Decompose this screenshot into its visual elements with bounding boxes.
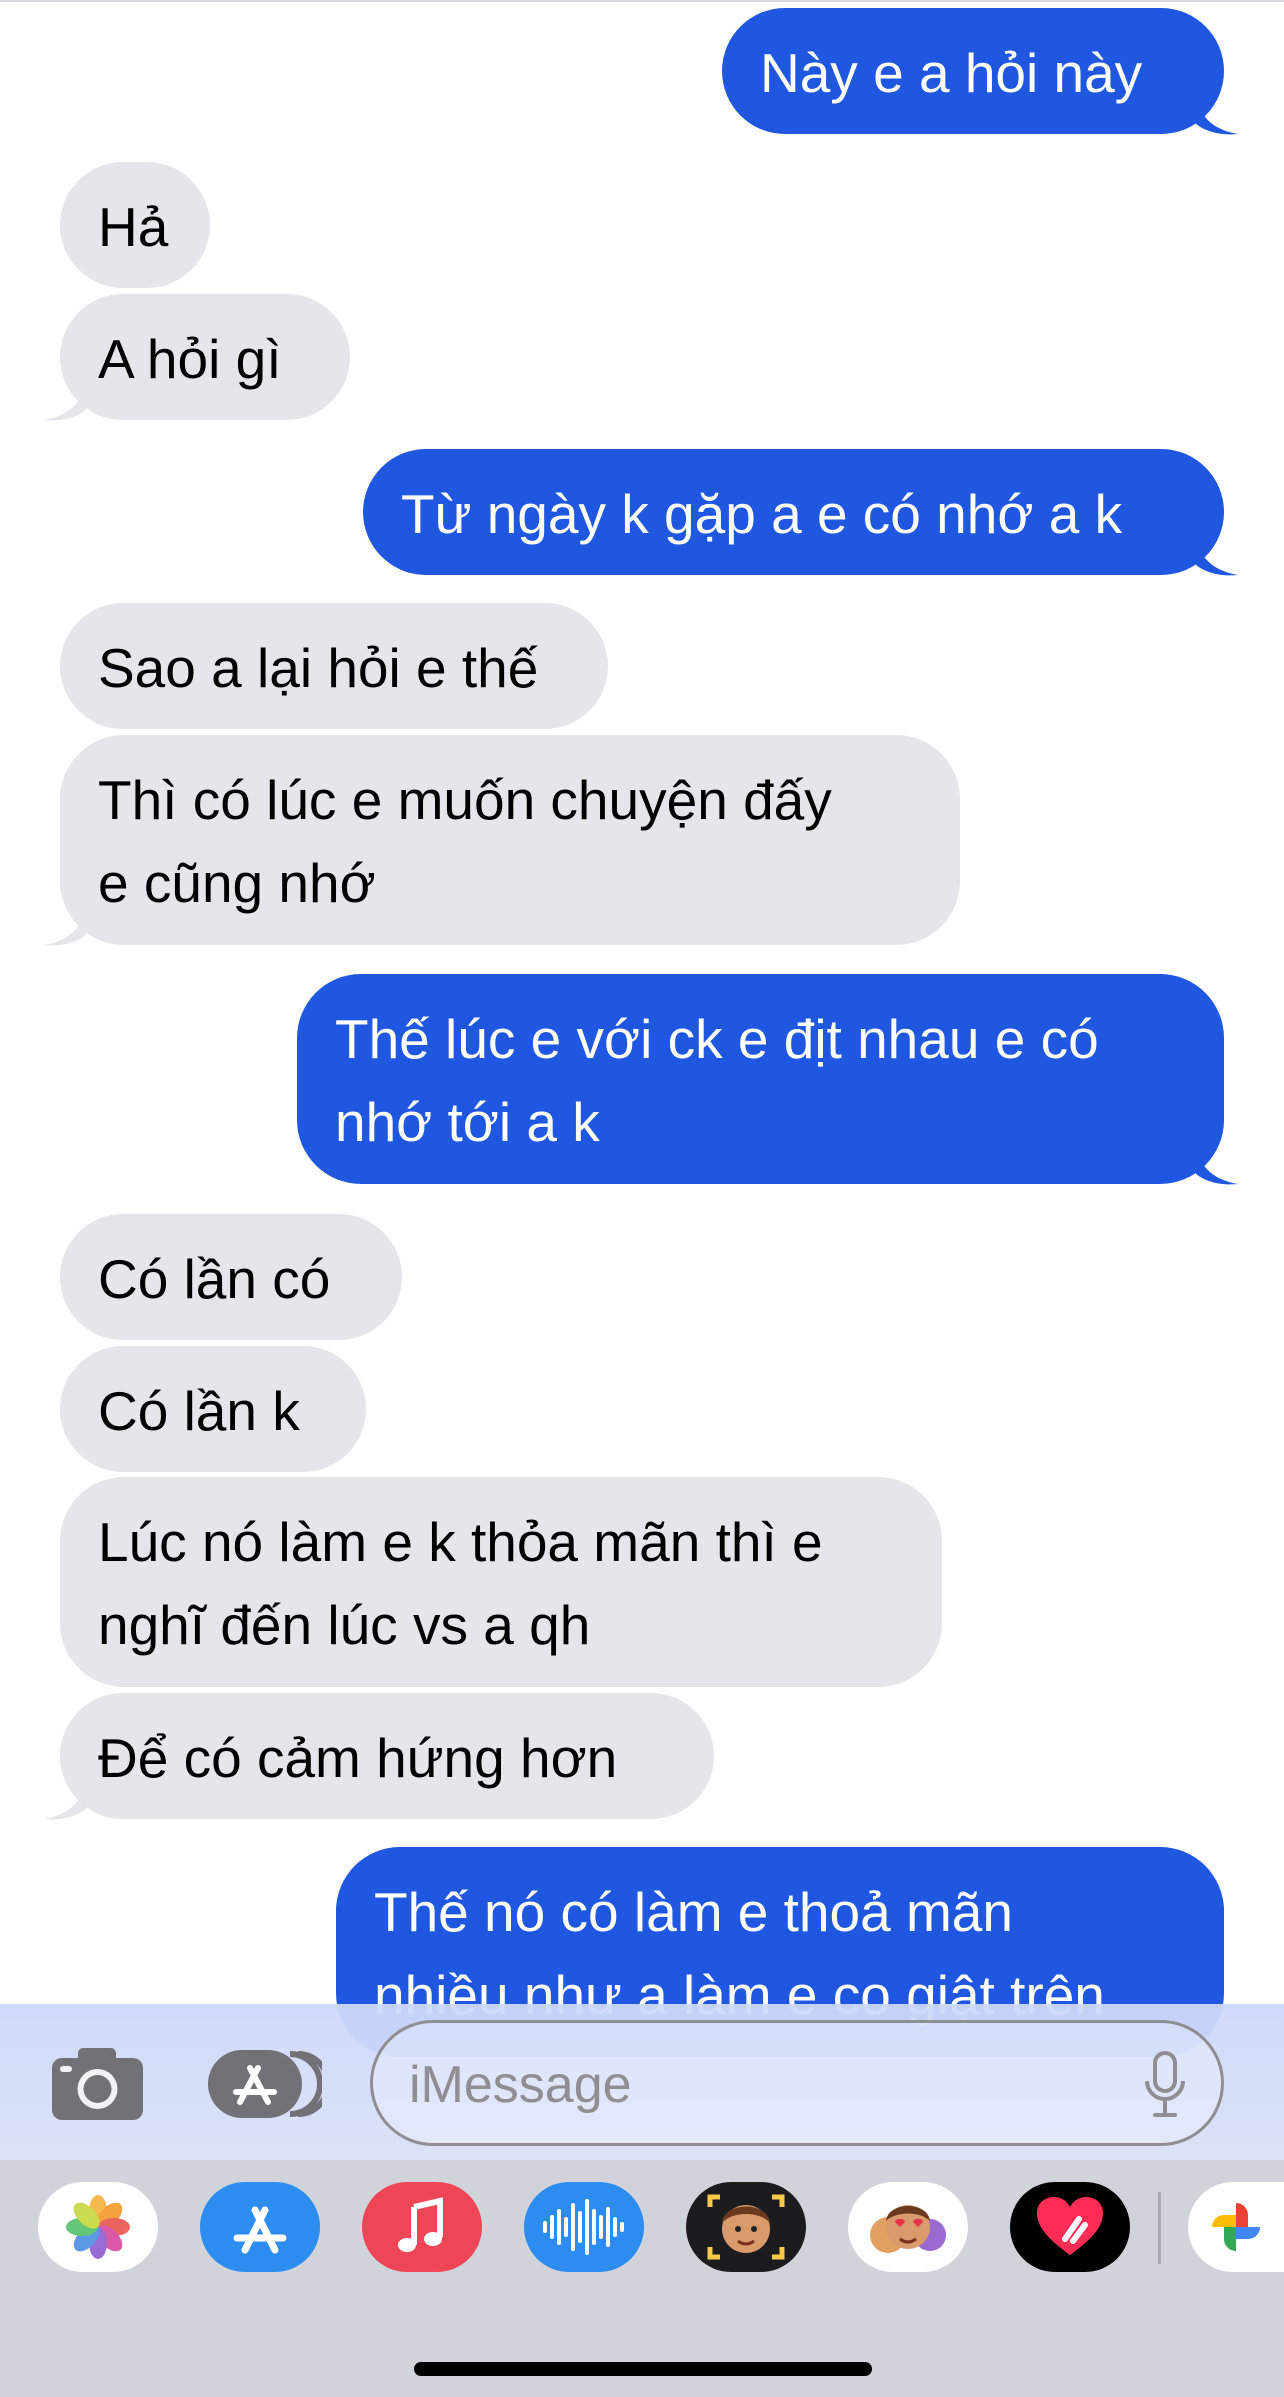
message-text: Thì có lúc e muốn chuyện đấy e cũng nhớ [98,769,832,914]
bubble-tail [44,1785,86,1820]
message-text: Để có cảm hứng hơn [98,1727,618,1789]
message-text: Có lần k [98,1380,300,1442]
top-divider [0,0,1284,2]
message-text: Lúc nó làm e k thỏa mãn thì e nghĩ đến l… [98,1511,823,1656]
message-text: Sao a lại hỏi e thế [98,637,539,699]
audio-message-icon[interactable] [524,2182,644,2272]
microphone-icon[interactable] [1143,2051,1187,2119]
drawer-divider [1158,2192,1161,2264]
message-received[interactable]: Có lần có [60,1214,402,1340]
photos-icon[interactable] [38,2182,158,2272]
app-store-icon[interactable] [206,2046,322,2122]
message-sent[interactable]: Từ ngày k gặp a e có nhớ a k [363,449,1224,575]
message-received[interactable]: Để có cảm hứng hơn [60,1693,714,1819]
digital-touch-icon[interactable] [1010,2182,1130,2272]
message-sent[interactable]: Này e a hỏi này [722,8,1224,134]
camera-icon[interactable] [50,2046,145,2122]
message-received[interactable]: A hỏi gì [60,294,350,420]
message-text: Có lần có [98,1248,331,1310]
bubble-tail [44,386,86,421]
message-text: Thế lúc e với ck e địt nhau e có nhớ tới… [335,1008,1099,1153]
message-received[interactable]: Sao a lại hỏi e thế [60,603,608,729]
message-input-placeholder: iMessage [409,2056,632,2114]
message-text: Từ ngày k gặp a e có nhớ a k [401,483,1123,545]
message-received[interactable]: Lúc nó làm e k thỏa mãn thì e nghĩ đến l… [60,1477,942,1687]
google-photos-icon[interactable] [1188,2182,1284,2272]
home-indicator[interactable] [414,2362,872,2376]
music-icon[interactable] [362,2182,482,2272]
message-text: Hả [98,196,169,258]
message-text: A hỏi gì [98,328,282,390]
message-sent[interactable]: Thế lúc e với ck e địt nhau e có nhớ tới… [297,974,1224,1184]
memoji-stickers-icon[interactable] [848,2182,968,2272]
message-received[interactable]: Hả [60,162,210,288]
bubble-tail [44,911,86,946]
message-received[interactable]: Thì có lúc e muốn chuyện đấy e cũng nhớ [60,735,960,945]
bubble-tail [1196,100,1238,135]
bubble-tail [1196,541,1238,576]
message-input[interactable]: iMessage [370,2020,1224,2146]
message-received[interactable]: Có lần k [60,1346,366,1472]
memoji-icon[interactable] [686,2182,806,2272]
message-text: Này e a hỏi này [760,42,1143,104]
app-store-icon[interactable] [200,2182,320,2272]
bubble-tail [1196,1150,1238,1185]
